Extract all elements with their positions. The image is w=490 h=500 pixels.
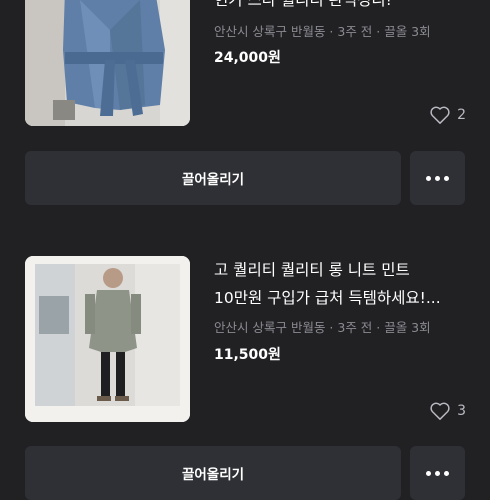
more-button[interactable] [410, 446, 465, 500]
listing-meta: 안산시 상록구 반월동 · 3주 전 · 끌올 3회 [214, 320, 431, 335]
listing-title-line-2: 10만원 구입가 급처 득템하세요!... [214, 289, 441, 307]
heart-icon [430, 402, 450, 420]
like-count-value: 2 [457, 107, 466, 123]
listing-price: 11,500원 [214, 347, 281, 363]
bump-button[interactable]: 끌어올리기 [25, 151, 401, 205]
listing-price: 24,000원 [214, 50, 281, 66]
like-count[interactable]: 2 [429, 105, 466, 125]
bump-button[interactable]: 끌어올리기 [25, 446, 401, 500]
listing-thumbnail[interactable] [25, 0, 190, 126]
denim-jacket-photo [25, 0, 190, 126]
heart-icon [430, 106, 450, 124]
listing-meta: 안산시 상록구 반월동 · 3주 전 · 끌올 3회 [214, 24, 431, 39]
like-count-value: 3 [457, 403, 466, 419]
more-horizontal-icon [426, 470, 449, 476]
more-horizontal-icon [426, 175, 449, 181]
long-knit-photo [25, 256, 190, 422]
like-count[interactable]: 3 [429, 401, 466, 421]
listing-title-line-1: 고 퀄리티 퀄리티 롱 니트 민트 [214, 261, 410, 279]
listing-thumbnail[interactable] [25, 256, 190, 422]
listing-title: 현기 스타 퀄리티 완벽정리! [214, 0, 392, 9]
more-button[interactable] [410, 151, 465, 205]
